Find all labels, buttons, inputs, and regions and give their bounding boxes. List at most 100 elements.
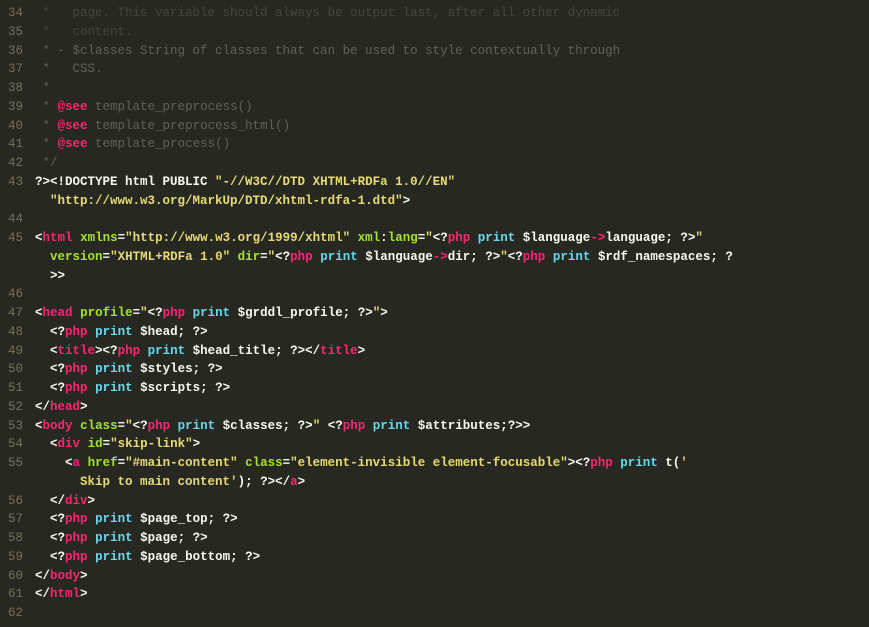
code-line[interactable]: <?php print $scripts; ?> xyxy=(35,379,849,398)
code-token: = xyxy=(103,437,111,451)
code-line[interactable]: <?php print $head; ?> xyxy=(35,323,849,342)
code-token: < xyxy=(35,437,58,451)
code-area[interactable]: * page. This variable should always be o… xyxy=(35,4,869,623)
code-token: * page. This variable should always be o… xyxy=(35,6,620,20)
code-token xyxy=(88,325,96,339)
code-token: $page_top; ?> xyxy=(133,512,238,526)
code-token: > xyxy=(380,306,388,320)
code-token xyxy=(73,231,81,245)
line-number: 42 xyxy=(8,154,23,173)
code-line[interactable]: * - $classes String of classes that can … xyxy=(35,42,849,61)
code-line[interactable]: * @see template_preprocess() xyxy=(35,98,849,117)
code-token: < xyxy=(35,456,73,470)
code-token: html xyxy=(43,231,73,245)
code-line[interactable]: Skip to main content'); ?></a> xyxy=(35,473,849,492)
code-token: */ xyxy=(35,156,58,170)
code-token: : xyxy=(380,231,388,245)
code-line[interactable]: </div> xyxy=(35,492,849,511)
code-line[interactable]: version="XHTML+RDFa 1.0" dir="<?php prin… xyxy=(35,248,849,267)
line-number: 38 xyxy=(8,79,23,98)
code-token: <? xyxy=(133,419,148,433)
code-token: </ xyxy=(35,400,50,414)
line-number: 36 xyxy=(8,42,23,61)
code-token xyxy=(73,306,81,320)
code-line[interactable] xyxy=(35,210,849,229)
code-editor[interactable]: 34353637383940414243 4445 46474849505152… xyxy=(0,0,869,627)
code-token: lang xyxy=(388,231,418,245)
code-line[interactable]: * page. This variable should always be o… xyxy=(35,4,849,23)
code-token: <? xyxy=(35,512,65,526)
code-line[interactable]: <head profile="<?php print $grddl_profil… xyxy=(35,304,849,323)
code-token: head xyxy=(43,306,73,320)
code-token: * xyxy=(35,81,50,95)
code-line[interactable] xyxy=(35,604,849,623)
code-line[interactable]: * @see template_process() xyxy=(35,135,849,154)
code-token: php xyxy=(65,550,88,564)
code-token xyxy=(185,306,193,320)
code-line[interactable]: * CSS. xyxy=(35,60,849,79)
code-line[interactable]: <title><?php print $head_title; ?></titl… xyxy=(35,342,849,361)
code-token: template_preprocess_html() xyxy=(88,119,291,133)
code-line[interactable]: * @see template_preprocess_html() xyxy=(35,117,849,136)
code-token: -> xyxy=(433,250,448,264)
code-line[interactable]: <body class="<?php print $classes; ?>" <… xyxy=(35,417,849,436)
code-token: $grddl_profile; ?> xyxy=(230,306,373,320)
code-line[interactable]: </html> xyxy=(35,585,849,604)
code-line[interactable]: <?php print $page_bottom; ?> xyxy=(35,548,849,567)
code-token: profile xyxy=(80,306,133,320)
code-line[interactable]: <html xmlns="http://www.w3.org/1999/xhtm… xyxy=(35,229,849,248)
code-token xyxy=(350,231,358,245)
line-number: 46 xyxy=(8,285,23,304)
code-line[interactable]: </head> xyxy=(35,398,849,417)
code-token: id xyxy=(88,437,103,451)
code-line[interactable] xyxy=(35,285,849,304)
code-token: < xyxy=(35,419,43,433)
line-number: 48 xyxy=(8,323,23,342)
code-token: php xyxy=(65,362,88,376)
line-number: 57 xyxy=(8,510,23,529)
line-number: 40 xyxy=(8,117,23,136)
code-token xyxy=(88,512,96,526)
code-line[interactable]: <?php print $page_top; ?> xyxy=(35,510,849,529)
code-token: @see xyxy=(58,100,88,114)
code-token: xmlns xyxy=(80,231,118,245)
code-token: <? xyxy=(275,250,290,264)
code-line[interactable]: * xyxy=(35,79,849,98)
code-token: class xyxy=(80,419,118,433)
code-line[interactable]: >> xyxy=(35,267,849,286)
code-token: "http://www.w3.org/1999/xhtml" xyxy=(125,231,350,245)
code-token: php xyxy=(65,512,88,526)
code-token: php xyxy=(290,250,313,264)
line-number: 41 xyxy=(8,135,23,154)
code-token: language; ?> xyxy=(605,231,695,245)
line-number: 50 xyxy=(8,360,23,379)
code-token: <? xyxy=(320,419,343,433)
code-token: = xyxy=(133,306,141,320)
code-line[interactable]: ?><!DOCTYPE html PUBLIC "-//W3C//DTD XHT… xyxy=(35,173,849,192)
code-token: < xyxy=(35,231,43,245)
code-line[interactable]: "http://www.w3.org/MarkUp/DTD/xhtml-rdfa… xyxy=(35,192,849,211)
code-token: <? xyxy=(35,325,65,339)
code-token: <? xyxy=(433,231,448,245)
code-token xyxy=(80,456,88,470)
code-line[interactable]: * content. xyxy=(35,23,849,42)
code-line[interactable]: <a href="#main-content" class="element-i… xyxy=(35,454,849,473)
code-token: @see xyxy=(58,119,88,133)
code-token: " xyxy=(500,250,508,264)
line-number xyxy=(8,473,23,492)
code-token: $rdf_namespaces; ? xyxy=(590,250,733,264)
line-number: 47 xyxy=(8,304,23,323)
code-line[interactable]: <?php print $page; ?> xyxy=(35,529,849,548)
line-number: 53 xyxy=(8,417,23,436)
code-token: * CSS. xyxy=(35,62,103,76)
code-token: print xyxy=(320,250,358,264)
line-number: 49 xyxy=(8,342,23,361)
code-token xyxy=(35,250,50,264)
code-line[interactable]: */ xyxy=(35,154,849,173)
code-token: ?><!DOCTYPE html PUBLIC xyxy=(35,175,215,189)
code-token: print xyxy=(478,231,516,245)
code-line[interactable]: </body> xyxy=(35,567,849,586)
code-line[interactable]: <div id="skip-link"> xyxy=(35,435,849,454)
code-token: print xyxy=(553,250,591,264)
code-line[interactable]: <?php print $styles; ?> xyxy=(35,360,849,379)
